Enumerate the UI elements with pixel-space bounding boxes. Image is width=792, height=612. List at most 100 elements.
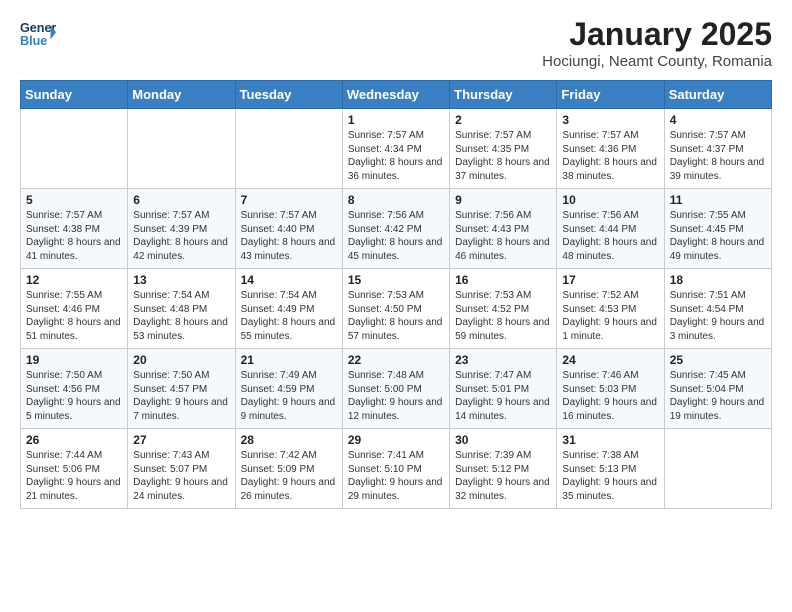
day-number: 2: [455, 113, 551, 127]
calendar-cell: 16 Sunrise: 7:53 AMSunset: 4:52 PMDayligh…: [450, 269, 557, 349]
day-number: 30: [455, 433, 551, 447]
calendar-cell: 25 Sunrise: 7:45 AMSunset: 5:04 PMDayligh…: [664, 349, 771, 429]
day-number: 28: [241, 433, 337, 447]
calendar-cell: 17 Sunrise: 7:52 AMSunset: 4:53 PMDayligh…: [557, 269, 664, 349]
cell-content: Sunrise: 7:57 AMSunset: 4:40 PMDaylight:…: [241, 209, 337, 263]
calendar-cell: 12 Sunrise: 7:55 AMSunset: 4:46 PMDayligh…: [21, 269, 128, 349]
weekday-header-friday: Friday: [557, 81, 664, 109]
calendar-cell: 2 Sunrise: 7:57 AMSunset: 4:35 PMDaylight…: [450, 109, 557, 189]
cell-content: Sunrise: 7:53 AMSunset: 4:52 PMDaylight:…: [455, 289, 551, 343]
month-title: January 2025: [542, 16, 772, 53]
week-row-1: 1 Sunrise: 7:57 AMSunset: 4:34 PMDaylight…: [21, 109, 772, 189]
cell-content: Sunrise: 7:44 AMSunset: 5:06 PMDaylight:…: [26, 449, 122, 503]
calendar-cell: 1 Sunrise: 7:57 AMSunset: 4:34 PMDaylight…: [342, 109, 449, 189]
calendar-cell: 8 Sunrise: 7:56 AMSunset: 4:42 PMDaylight…: [342, 189, 449, 269]
day-number: 29: [348, 433, 444, 447]
day-number: 24: [562, 353, 658, 367]
cell-content: Sunrise: 7:56 AMSunset: 4:43 PMDaylight:…: [455, 209, 551, 263]
week-row-3: 12 Sunrise: 7:55 AMSunset: 4:46 PMDayligh…: [21, 269, 772, 349]
cell-content: Sunrise: 7:57 AMSunset: 4:35 PMDaylight:…: [455, 129, 551, 183]
cell-content: Sunrise: 7:54 AMSunset: 4:49 PMDaylight:…: [241, 289, 337, 343]
day-number: 3: [562, 113, 658, 127]
cell-content: Sunrise: 7:57 AMSunset: 4:38 PMDaylight:…: [26, 209, 122, 263]
day-number: 17: [562, 273, 658, 287]
day-number: 1: [348, 113, 444, 127]
calendar-cell: 29 Sunrise: 7:41 AMSunset: 5:10 PMDayligh…: [342, 429, 449, 509]
weekday-header-wednesday: Wednesday: [342, 81, 449, 109]
calendar-cell: 15Sunrise: 7:53 AMSunset: 4:50 PMDayligh…: [342, 269, 449, 349]
location-title: Hociungi, Neamt County, Romania: [542, 53, 772, 70]
cell-content: Sunrise: 7:49 AMSunset: 4:59 PMDaylight:…: [241, 369, 337, 423]
calendar-cell: 14Sunrise: 7:54 AMSunset: 4:49 PMDayligh…: [235, 269, 342, 349]
calendar-cell: 22 Sunrise: 7:48 AMSunset: 5:00 PMDayligh…: [342, 349, 449, 429]
cell-content: Sunrise: 7:57 AMSunset: 4:37 PMDaylight:…: [670, 129, 766, 183]
calendar-cell: 7Sunrise: 7:57 AMSunset: 4:40 PMDaylight…: [235, 189, 342, 269]
calendar-cell: 30 Sunrise: 7:39 AMSunset: 5:12 PMDayligh…: [450, 429, 557, 509]
header: General Blue January 2025 Hociungi, Neam…: [20, 16, 772, 70]
calendar-cell: 27 Sunrise: 7:43 AMSunset: 5:07 PMDayligh…: [128, 429, 235, 509]
week-row-2: 5 Sunrise: 7:57 AMSunset: 4:38 PMDaylight…: [21, 189, 772, 269]
day-number: 20: [133, 353, 229, 367]
day-number: 10: [562, 193, 658, 207]
calendar-cell: 19Sunrise: 7:50 AMSunset: 4:56 PMDayligh…: [21, 349, 128, 429]
day-number: 31: [562, 433, 658, 447]
day-number: 16: [455, 273, 551, 287]
cell-content: Sunrise: 7:56 AMSunset: 4:42 PMDaylight:…: [348, 209, 444, 263]
calendar-cell: 13 Sunrise: 7:54 AMSunset: 4:48 PMDayligh…: [128, 269, 235, 349]
calendar-cell: 11Sunrise: 7:55 AMSunset: 4:45 PMDayligh…: [664, 189, 771, 269]
calendar-cell: [21, 109, 128, 189]
cell-content: Sunrise: 7:42 AMSunset: 5:09 PMDaylight:…: [241, 449, 337, 503]
calendar-cell: 18 Sunrise: 7:51 AMSunset: 4:54 PMDayligh…: [664, 269, 771, 349]
cell-content: Sunrise: 7:55 AMSunset: 4:46 PMDaylight:…: [26, 289, 122, 343]
cell-content: Sunrise: 7:57 AMSunset: 4:39 PMDaylight:…: [133, 209, 229, 263]
cell-content: Sunrise: 7:54 AMSunset: 4:48 PMDaylight:…: [133, 289, 229, 343]
cell-content: Sunrise: 7:53 AMSunset: 4:50 PMDaylight:…: [348, 289, 444, 343]
day-number: 9: [455, 193, 551, 207]
day-number: 27: [133, 433, 229, 447]
cell-content: Sunrise: 7:41 AMSunset: 5:10 PMDaylight:…: [348, 449, 444, 503]
day-number: 18: [670, 273, 766, 287]
day-number: 26: [26, 433, 122, 447]
calendar-cell: 23Sunrise: 7:47 AMSunset: 5:01 PMDayligh…: [450, 349, 557, 429]
calendar-cell: 3 Sunrise: 7:57 AMSunset: 4:36 PMDaylight…: [557, 109, 664, 189]
page: General Blue January 2025 Hociungi, Neam…: [0, 0, 792, 525]
weekday-header-row: SundayMondayTuesdayWednesdayThursdayFrid…: [21, 81, 772, 109]
cell-content: Sunrise: 7:48 AMSunset: 5:00 PMDaylight:…: [348, 369, 444, 423]
cell-content: Sunrise: 7:56 AMSunset: 4:44 PMDaylight:…: [562, 209, 658, 263]
day-number: 8: [348, 193, 444, 207]
day-number: 6: [133, 193, 229, 207]
day-number: 4: [670, 113, 766, 127]
logo: General Blue: [20, 16, 60, 52]
calendar-cell: 31Sunrise: 7:38 AMSunset: 5:13 PMDayligh…: [557, 429, 664, 509]
cell-content: Sunrise: 7:46 AMSunset: 5:03 PMDaylight:…: [562, 369, 658, 423]
logo-icon: General Blue: [20, 16, 56, 52]
cell-content: Sunrise: 7:50 AMSunset: 4:57 PMDaylight:…: [133, 369, 229, 423]
cell-content: Sunrise: 7:52 AMSunset: 4:53 PMDaylight:…: [562, 289, 658, 343]
cell-content: Sunrise: 7:39 AMSunset: 5:12 PMDaylight:…: [455, 449, 551, 503]
weekday-header-tuesday: Tuesday: [235, 81, 342, 109]
calendar-cell: 21 Sunrise: 7:49 AMSunset: 4:59 PMDayligh…: [235, 349, 342, 429]
day-number: 19: [26, 353, 122, 367]
day-number: 22: [348, 353, 444, 367]
calendar-table: SundayMondayTuesdayWednesdayThursdayFrid…: [20, 80, 772, 509]
title-block: January 2025 Hociungi, Neamt County, Rom…: [542, 16, 772, 70]
day-number: 5: [26, 193, 122, 207]
calendar-cell: 5 Sunrise: 7:57 AMSunset: 4:38 PMDaylight…: [21, 189, 128, 269]
cell-content: Sunrise: 7:57 AMSunset: 4:36 PMDaylight:…: [562, 129, 658, 183]
weekday-header-monday: Monday: [128, 81, 235, 109]
calendar-cell: [128, 109, 235, 189]
cell-content: Sunrise: 7:57 AMSunset: 4:34 PMDaylight:…: [348, 129, 444, 183]
cell-content: Sunrise: 7:45 AMSunset: 5:04 PMDaylight:…: [670, 369, 766, 423]
calendar-cell: 6 Sunrise: 7:57 AMSunset: 4:39 PMDaylight…: [128, 189, 235, 269]
day-number: 12: [26, 273, 122, 287]
weekday-header-sunday: Sunday: [21, 81, 128, 109]
cell-content: Sunrise: 7:47 AMSunset: 5:01 PMDaylight:…: [455, 369, 551, 423]
day-number: 25: [670, 353, 766, 367]
cell-content: Sunrise: 7:43 AMSunset: 5:07 PMDaylight:…: [133, 449, 229, 503]
day-number: 21: [241, 353, 337, 367]
day-number: 13: [133, 273, 229, 287]
week-row-5: 26 Sunrise: 7:44 AMSunset: 5:06 PMDayligh…: [21, 429, 772, 509]
cell-content: Sunrise: 7:51 AMSunset: 4:54 PMDaylight:…: [670, 289, 766, 343]
weekday-header-saturday: Saturday: [664, 81, 771, 109]
day-number: 11: [670, 193, 766, 207]
